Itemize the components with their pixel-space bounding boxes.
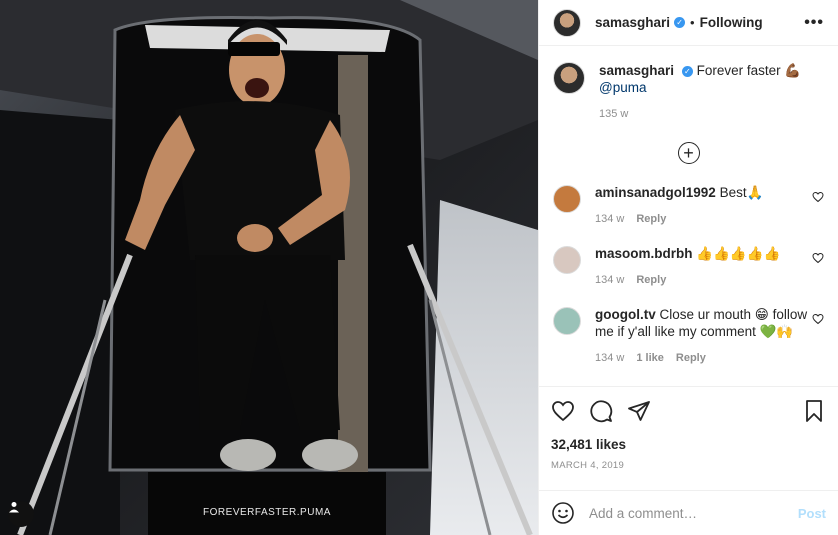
comment-time[interactable]: 134 w	[595, 213, 624, 225]
comment-bubble-icon[interactable]	[589, 399, 613, 423]
post-photo[interactable]: FOREVERFASTER.PUMA	[0, 0, 538, 535]
comment-username[interactable]: masoom.bdrbh	[595, 246, 693, 261]
like-comment-heart-icon[interactable]	[812, 252, 824, 264]
load-more-plus-icon[interactable]: +	[677, 142, 700, 164]
comment-username[interactable]: aminsanadgol1992	[595, 185, 716, 200]
comment-input[interactable]	[589, 505, 798, 521]
reply-button[interactable]: Reply	[676, 352, 706, 364]
post-actions: 32,481 likes MARCH 4, 2019	[539, 386, 838, 490]
comment-avatar[interactable]	[553, 246, 581, 274]
comment-item: masoom.bdrbh 👍👍👍👍👍 134 w Reply	[553, 245, 824, 286]
comment-item: googol.tv Close ur mouth 😁 follow me if …	[553, 306, 824, 364]
comment-avatar[interactable]	[553, 185, 581, 213]
comments-list: samasghari ✓ Forever faster 💪🏾 @puma 135…	[539, 46, 838, 386]
reply-button[interactable]: Reply	[636, 213, 666, 225]
comment-time[interactable]: 134 w	[595, 352, 624, 364]
add-comment-bar: Post	[539, 490, 838, 535]
caption-text: Forever faster 💪🏾	[696, 63, 802, 78]
comment-item: aminsanadgol1992 Best🙏 134 w Reply	[553, 184, 824, 225]
author-username[interactable]: samasghari	[595, 15, 670, 30]
like-heart-icon[interactable]	[551, 399, 575, 423]
caption-time[interactable]: 135 w	[599, 108, 628, 120]
post-header: samasghari ✓ • Following •••	[539, 0, 838, 46]
caption-username[interactable]: samasghari	[599, 63, 674, 78]
user-tags-button[interactable]	[8, 501, 34, 527]
likes-count[interactable]: 32,481 likes	[551, 437, 826, 452]
comment-likes-count[interactable]: 1 like	[636, 352, 664, 364]
author-avatar[interactable]	[553, 8, 581, 37]
comment-time[interactable]: 134 w	[595, 274, 624, 286]
separator-dot: •	[690, 15, 695, 30]
post-comment-button[interactable]: Post	[798, 506, 826, 521]
instagram-post-view: FOREVERFASTER.PUMA samasghari ✓ • Follow…	[0, 0, 838, 535]
post-details-panel: samasghari ✓ • Following ••• samasghari …	[538, 0, 838, 535]
like-comment-heart-icon[interactable]	[812, 191, 824, 203]
verified-badge-icon: ✓	[674, 17, 686, 28]
photo-illustration: FOREVERFASTER.PUMA	[0, 0, 538, 535]
reply-button[interactable]: Reply	[636, 274, 666, 286]
emoji-smiley-icon[interactable]	[551, 501, 575, 525]
save-bookmark-icon[interactable]	[802, 399, 826, 423]
caption-avatar[interactable]	[553, 62, 585, 94]
caption: samasghari ✓ Forever faster 💪🏾 @puma 135…	[553, 62, 824, 120]
share-paper-plane-icon[interactable]	[627, 399, 651, 423]
comment-text: 👍👍👍👍👍	[696, 246, 781, 261]
like-comment-heart-icon[interactable]	[812, 313, 824, 325]
step-logo-text: FOREVERFASTER.PUMA	[203, 507, 331, 518]
person-icon	[9, 502, 19, 513]
comment-username[interactable]: googol.tv	[595, 307, 656, 322]
more-options-icon[interactable]: •••	[804, 14, 824, 32]
following-button[interactable]: Following	[700, 15, 763, 30]
comment-text: Best🙏	[719, 185, 764, 200]
comment-avatar[interactable]	[553, 307, 581, 335]
post-date[interactable]: MARCH 4, 2019	[551, 460, 826, 471]
load-more-comments: +	[553, 142, 824, 164]
caption-mention[interactable]: @puma	[599, 80, 646, 95]
verified-badge-icon: ✓	[681, 66, 693, 77]
